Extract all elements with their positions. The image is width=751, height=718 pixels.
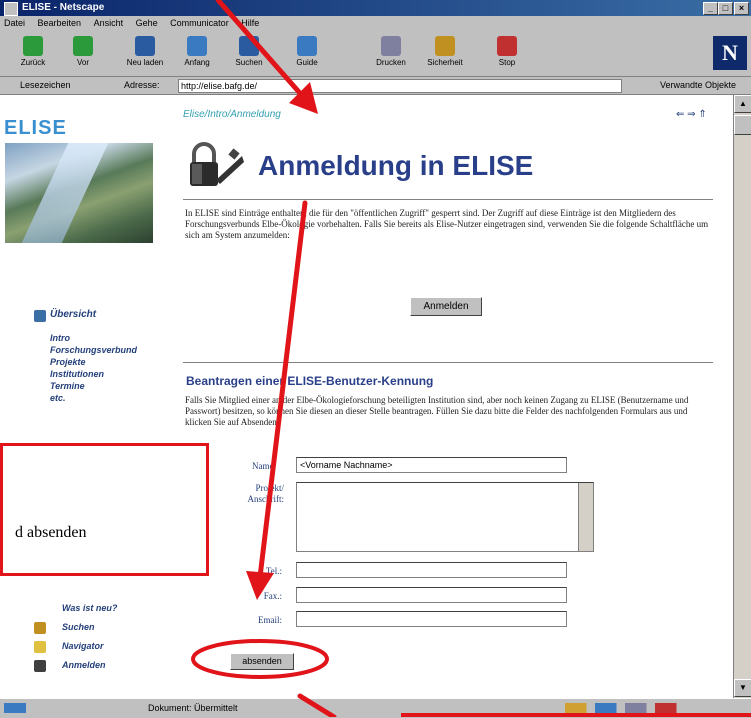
toolbar-button-home[interactable]: Anfang	[172, 34, 222, 72]
breadcrumb[interactable]: Elise/Intro/Anmeldung	[183, 109, 281, 120]
section-title: Beantragen einer ELISE-Benutzer-Kennung	[186, 374, 434, 388]
page-title: Anmeldung in ELISE	[258, 150, 534, 181]
toolbar-button-forward-arrow[interactable]: Vor	[58, 34, 108, 72]
search-person-icon	[34, 622, 46, 634]
vertical-scrollbar[interactable]: ▲ ▼	[733, 95, 751, 698]
toolbar-button-label: Anfang	[184, 58, 210, 67]
email-field[interactable]	[296, 611, 567, 627]
status-bar: Dokument: Übermittelt	[0, 698, 751, 718]
sidebar: ELISE Übersicht Intro Forschungsverbund …	[0, 95, 170, 698]
address-label: Adresse:	[124, 80, 160, 90]
padlock-icon	[190, 142, 244, 186]
login-icon	[34, 660, 46, 672]
location-bar: Lesezeichen Adresse: http://elise.bafg.d…	[0, 77, 751, 95]
sidebar-item-intro[interactable]: Intro	[50, 333, 70, 343]
sidebar-item-search[interactable]: Suchen	[62, 622, 95, 632]
overview-icon	[34, 310, 46, 322]
email-label: Email:	[258, 615, 282, 625]
sidebar-item-etc[interactable]: etc.	[50, 393, 66, 403]
scroll-down-button[interactable]: ▼	[734, 679, 751, 697]
intro-paragraph: In ELISE sind Einträge enthalten, die fü…	[185, 208, 709, 240]
page-nav-arrows[interactable]: ⇐ ⇒ ⇑	[676, 109, 707, 120]
divider	[183, 199, 713, 200]
guide-icon	[297, 36, 317, 56]
name-label: Name:	[252, 461, 276, 471]
divider	[183, 362, 713, 363]
toolbar-button-label: Vor	[76, 58, 89, 67]
sidebar-item-overview[interactable]: Übersicht	[50, 309, 96, 320]
toolbar-button-back-arrow[interactable]: Zurück	[8, 34, 58, 72]
fax-field[interactable]	[296, 587, 567, 603]
tel-field[interactable]	[296, 562, 567, 578]
textarea-scrollbar[interactable]	[578, 483, 593, 551]
section-paragraph: Falls Sie Mitglied einer an der Elbe-Öko…	[185, 395, 689, 427]
scroll-up-button[interactable]: ▲	[734, 95, 751, 113]
search-icon	[239, 36, 259, 56]
callout-text: d absenden	[15, 524, 87, 541]
forward-arrow-icon	[73, 36, 93, 56]
menu-view[interactable]: Ansicht	[94, 18, 124, 28]
project-address-textarea[interactable]	[296, 482, 594, 552]
back-arrow-icon	[23, 36, 43, 56]
menu-bar: Datei Bearbeiten Ansicht Gehe Communicat…	[0, 16, 751, 31]
toolbar-button-print[interactable]: Drucken	[366, 34, 416, 72]
menu-file[interactable]: Datei	[4, 18, 25, 28]
scroll-thumb[interactable]	[734, 115, 751, 135]
sidebar-item-navigator[interactable]: Navigator	[62, 641, 104, 651]
related-objects-button[interactable]: Verwandte Objekte	[660, 77, 736, 94]
toolbar-button-guide[interactable]: Guide	[282, 34, 332, 72]
reload-icon	[135, 36, 155, 56]
sidebar-item-whats-new[interactable]: Was ist neu?	[62, 603, 117, 613]
bookmarks-button[interactable]: Lesezeichen	[20, 77, 71, 94]
elise-logo: ELISE	[4, 117, 67, 139]
component-bar-icons[interactable]	[565, 703, 685, 713]
url-input[interactable]: http://elise.bafg.de/	[178, 79, 622, 93]
fax-label: Fax.:	[263, 591, 282, 601]
toolbar-button-stop[interactable]: Stop	[482, 34, 532, 72]
print-icon	[381, 36, 401, 56]
maximize-button[interactable]: □	[718, 2, 733, 15]
toolbar-button-label: Stop	[498, 58, 516, 67]
window-title-bar: ELISE - Netscape _ □ ×	[0, 0, 751, 16]
navigation-toolbar: Zurück Vor Neu laden Anfang Suchen Guide Druck…	[0, 31, 751, 77]
toolbar-button-reload[interactable]: Neu laden	[120, 34, 170, 72]
menu-help[interactable]: Hilfe	[241, 18, 259, 28]
toolbar-button-label: Zurück	[20, 58, 46, 67]
annotation-callout-box: d absenden	[0, 443, 209, 576]
navigator-icon	[34, 641, 46, 653]
toolbar-button-label: Neu laden	[126, 58, 164, 67]
sidebar-item-research-network[interactable]: Forschungsverbund	[50, 345, 137, 355]
toolbar-button-label: Guide	[296, 58, 318, 67]
submit-button[interactable]: absenden	[230, 653, 294, 670]
toolbar-button-security-lock[interactable]: Sicherheit	[420, 34, 470, 72]
netscape-logo: N	[713, 36, 747, 70]
minimize-button[interactable]: _	[703, 2, 718, 15]
window-title: ELISE - Netscape	[22, 2, 105, 13]
toolbar-button-label: Suchen	[235, 58, 263, 67]
menu-edit[interactable]: Bearbeiten	[38, 18, 82, 28]
menu-communicator[interactable]: Communicator	[170, 18, 229, 28]
security-lock-icon	[435, 36, 455, 56]
project-address-label: Projekt/ Anschrift:	[247, 483, 285, 504]
sidebar-item-institutions[interactable]: Institutionen	[50, 369, 104, 379]
home-icon	[187, 36, 207, 56]
toolbar-button-label: Drucken	[376, 58, 406, 67]
menu-go[interactable]: Gehe	[136, 18, 158, 28]
sidebar-item-dates[interactable]: Termine	[50, 381, 85, 391]
river-photo	[5, 143, 153, 243]
stop-icon	[497, 36, 517, 56]
sidebar-item-projects[interactable]: Projekte	[50, 357, 86, 367]
sidebar-item-login[interactable]: Anmelden	[62, 660, 106, 670]
toolbar-button-search[interactable]: Suchen	[224, 34, 274, 72]
login-button[interactable]: Anmelden	[410, 297, 482, 316]
netscape-app-icon	[4, 2, 18, 16]
tel-label: Tel.:	[265, 566, 282, 576]
status-text: Dokument: Übermittelt	[148, 703, 238, 713]
close-button[interactable]: ×	[734, 2, 749, 15]
security-status-icon	[4, 703, 26, 713]
name-field[interactable]: <Vorname Nachname>	[296, 457, 567, 473]
toolbar-button-label: Sicherheit	[427, 58, 463, 67]
